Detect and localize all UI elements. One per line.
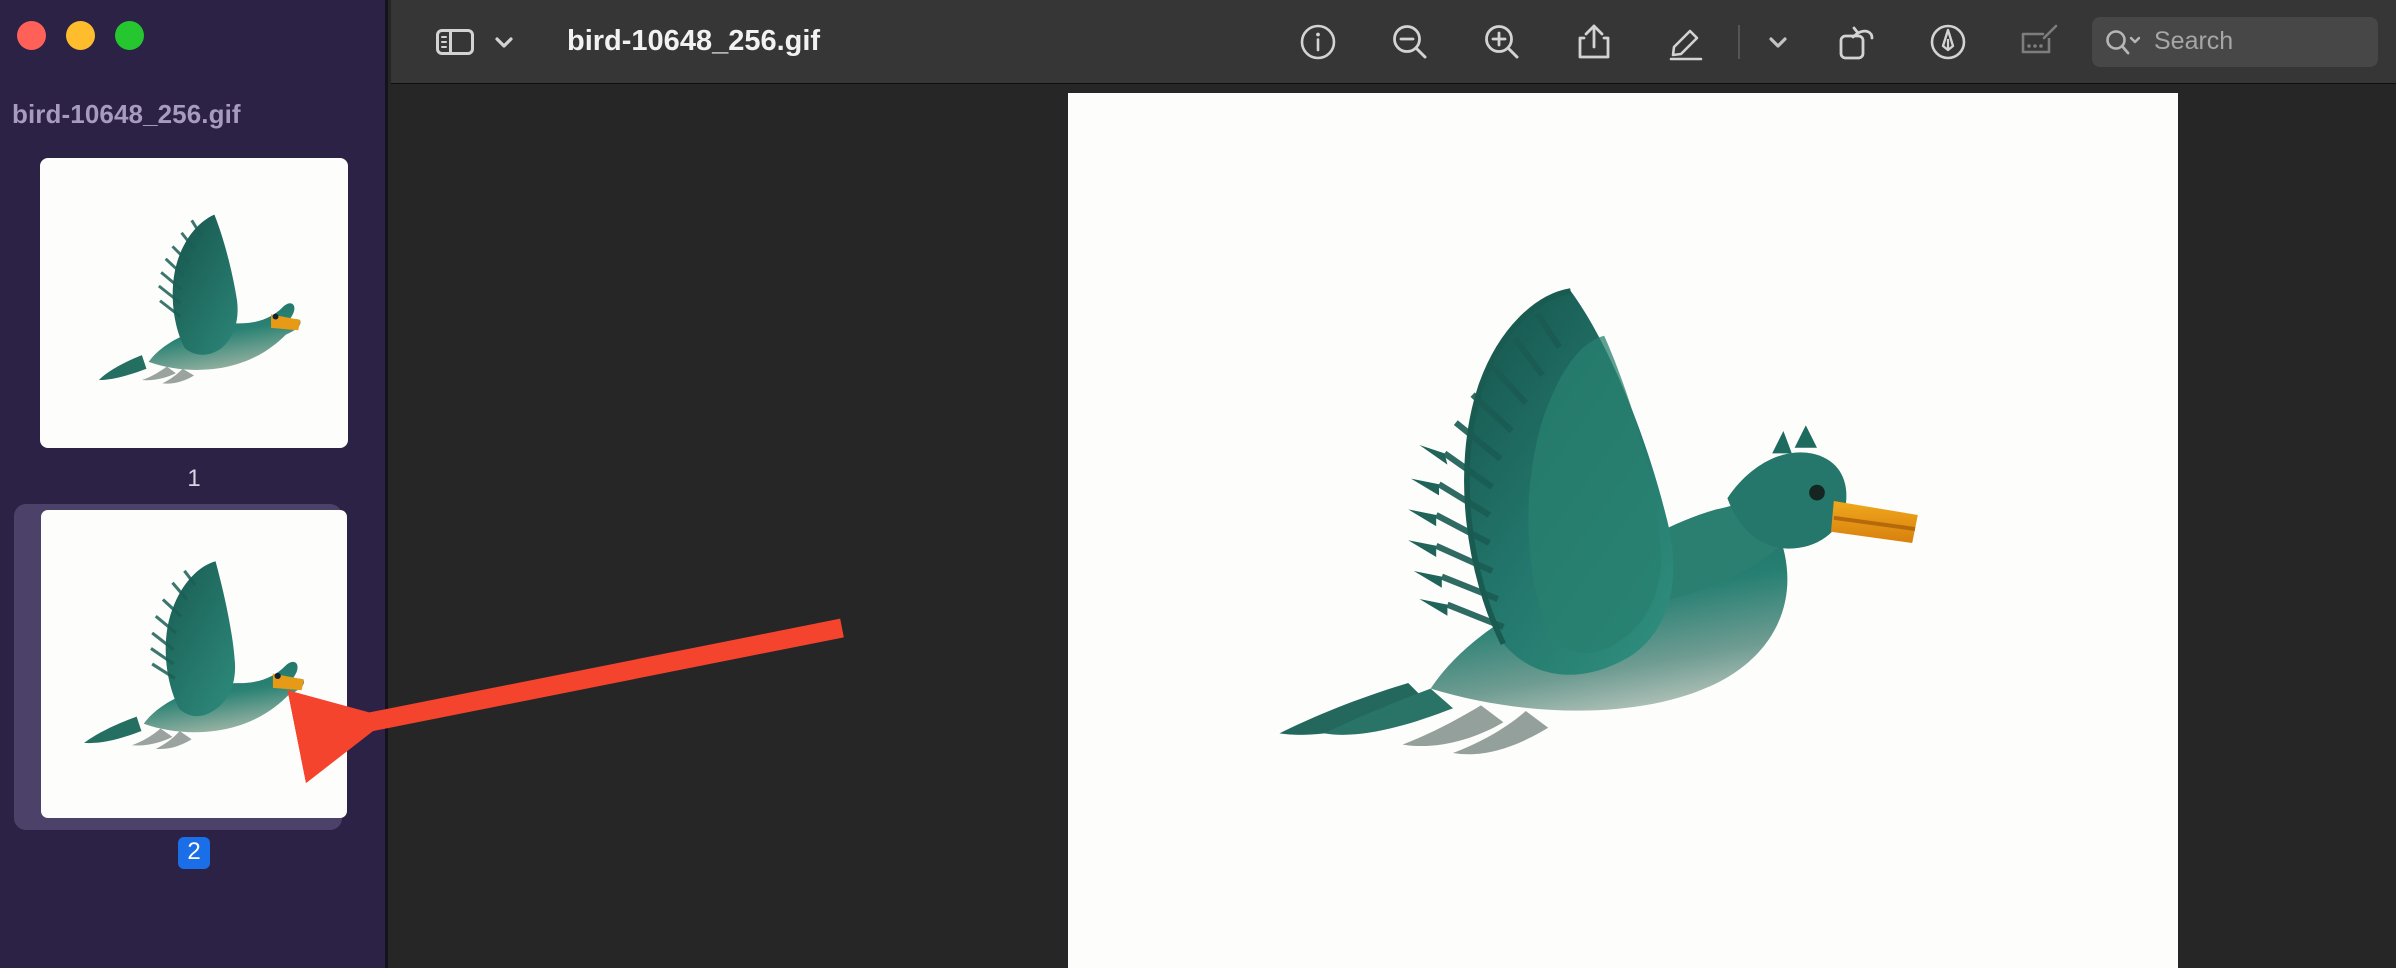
annotate-pen-circle-icon[interactable]	[1927, 21, 1969, 63]
signature-icon[interactable]	[2017, 22, 2063, 62]
thumbnail-number-1: 1	[187, 465, 201, 492]
sidebar-options-chevron-down-icon[interactable]	[491, 29, 517, 55]
toolbar-right-group: Search	[1272, 16, 2396, 67]
search-placeholder: Search	[2154, 27, 2234, 55]
share-icon[interactable]	[1574, 21, 1614, 63]
thumbnail-label-2: 2	[178, 837, 210, 869]
info-circle-icon[interactable]	[1298, 22, 1338, 62]
thumbnail-image-2	[41, 510, 347, 818]
rotate-left-icon[interactable]	[1834, 21, 1878, 63]
image-canvas	[1068, 93, 2178, 968]
thumbnail-list: 1 2	[0, 148, 385, 874]
thumbnail-image-1	[40, 158, 348, 448]
thumbnail-item-1[interactable]: 1	[0, 148, 385, 500]
sidebar: bird-10648_256.gif 1 2	[0, 0, 388, 968]
toolbar: bird-10648_256.gif Search	[391, 0, 2396, 84]
preview-window: bird-10648_256.gif 1 2 bird-10648_256.gi…	[0, 0, 2396, 968]
thumbnail-number-2: 2	[178, 837, 210, 869]
search-icon[interactable]	[2104, 28, 2142, 56]
close-window-button[interactable]	[17, 21, 46, 50]
main-image	[1213, 263, 1973, 823]
sidebar-icon[interactable]	[435, 26, 475, 58]
window-controls	[17, 21, 144, 50]
image-viewer-area[interactable]	[391, 85, 2396, 968]
maximize-window-button[interactable]	[115, 21, 144, 50]
markup-pen-underline-icon[interactable]	[1664, 21, 1708, 63]
search-field[interactable]: Search	[2092, 16, 2378, 67]
thumbnail-item-2[interactable]: 2	[0, 500, 385, 874]
markup-options-chevron-down-icon[interactable]	[1765, 29, 1791, 55]
toolbar-left-group: bird-10648_256.gif	[435, 25, 820, 58]
page-title: bird-10648_256.gif	[567, 25, 821, 57]
zoom-out-magnifier-minus-icon[interactable]	[1389, 21, 1431, 63]
minimize-window-button[interactable]	[66, 21, 95, 50]
zoom-in-magnifier-plus-icon[interactable]	[1481, 21, 1523, 63]
sidebar-title: bird-10648_256.gif	[12, 99, 241, 129]
thumbnail-label-1: 1	[187, 464, 200, 494]
toolbar-divider	[1738, 24, 1740, 59]
